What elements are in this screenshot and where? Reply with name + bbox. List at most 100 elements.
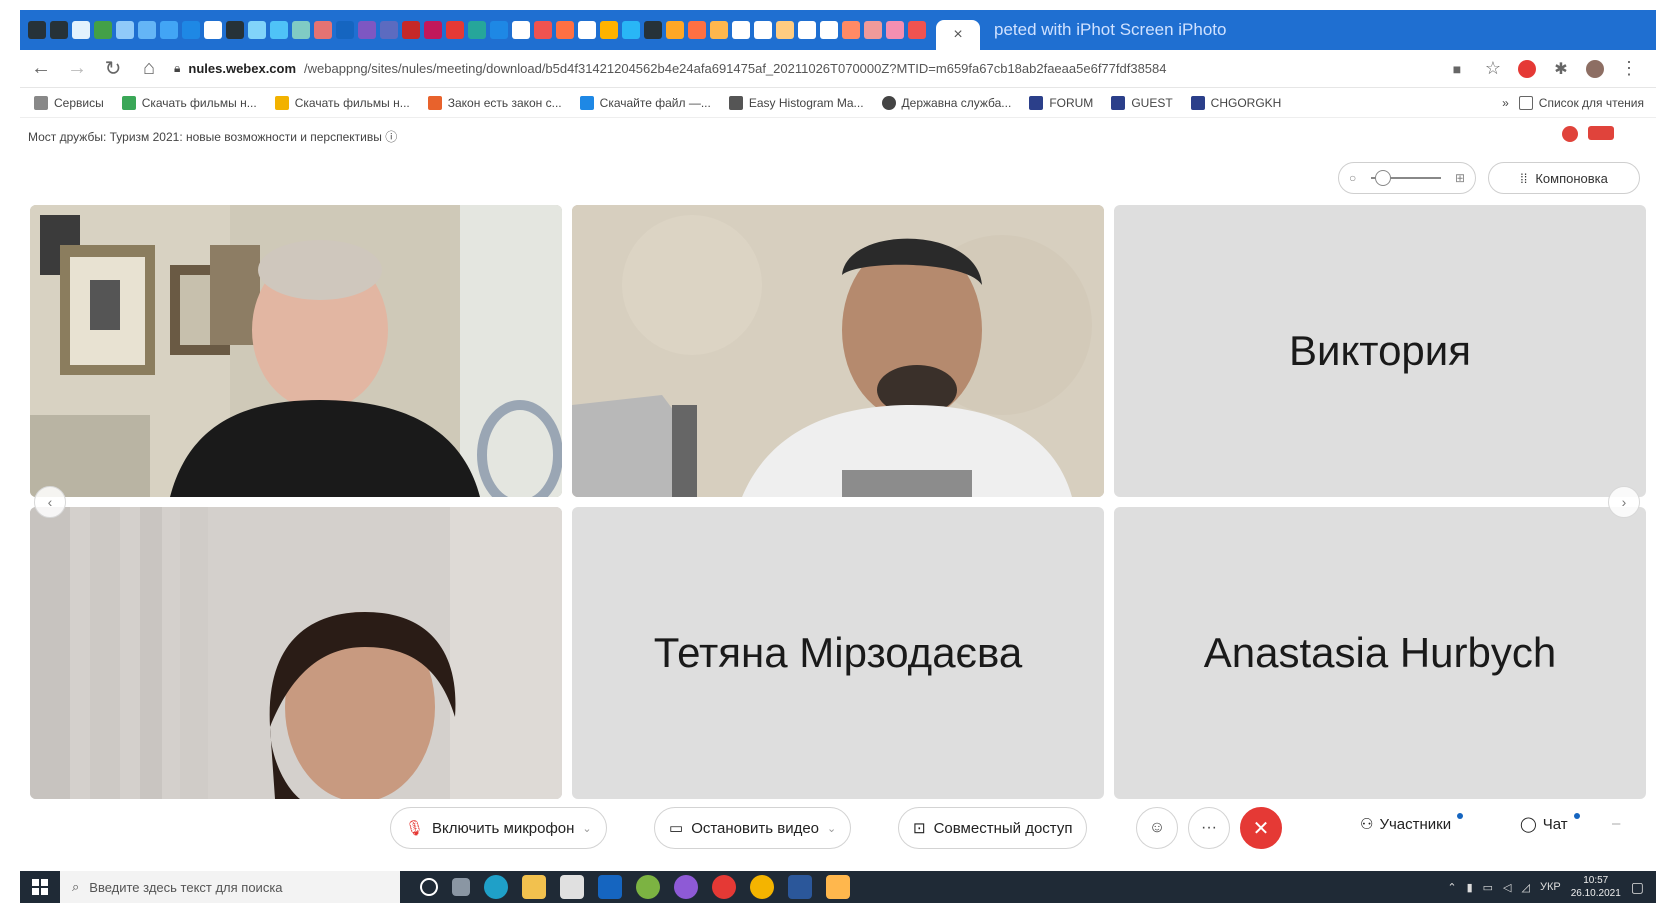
taskbar-search[interactable]: ⌕ Введите здесь текст для поиска — [60, 871, 400, 903]
tab-favicon[interactable] — [710, 21, 728, 39]
network-icon[interactable]: ◿ — [1522, 881, 1530, 894]
participants-button[interactable]: ⚇ Участники — [1360, 813, 1464, 833]
bookmark-item[interactable]: FORUM — [1029, 95, 1093, 110]
webex-icon[interactable] — [826, 875, 850, 899]
edge-icon[interactable] — [484, 875, 508, 899]
tab-favicon[interactable] — [270, 21, 288, 39]
extensions-icon[interactable]: ✱ — [1550, 58, 1572, 80]
tab-favicon[interactable] — [512, 21, 530, 39]
tab-favicon[interactable] — [424, 21, 442, 39]
tab-favicon[interactable] — [798, 21, 816, 39]
adblock-icon[interactable] — [1518, 59, 1536, 78]
tab-favicon[interactable] — [886, 21, 904, 39]
tab-favicon[interactable] — [622, 21, 640, 39]
zoom-in-icon[interactable]: ⊞ — [1455, 171, 1465, 185]
clock[interactable]: 10:57 26.10.2021 — [1571, 874, 1621, 900]
name-tile-viktoria[interactable]: Виктория — [1114, 205, 1646, 497]
tab-favicon[interactable] — [314, 21, 332, 39]
battery-icon[interactable]: ▭ — [1483, 881, 1493, 894]
active-tab[interactable]: × — [936, 20, 980, 50]
tab-favicon[interactable] — [820, 21, 838, 39]
reactions-button[interactable]: ☺ — [1136, 807, 1178, 849]
tab-favicon[interactable] — [446, 21, 464, 39]
tab-favicon[interactable] — [94, 21, 112, 39]
star-icon[interactable]: ☆ — [1482, 58, 1504, 80]
chat-button[interactable]: ◯ Чат — [1520, 813, 1580, 833]
profile-avatar-icon[interactable] — [1586, 59, 1604, 78]
tab-favicon[interactable] — [468, 21, 486, 39]
leave-meeting-button[interactable]: ✕ — [1240, 807, 1282, 849]
chevron-up-icon[interactable]: ⌃ — [1447, 881, 1456, 894]
more-panel-button[interactable]: – — [1612, 815, 1620, 832]
cortana-icon[interactable] — [420, 878, 438, 896]
more-options-button[interactable]: ··· — [1188, 807, 1230, 849]
tab-favicon[interactable] — [380, 21, 398, 39]
tab-favicon[interactable] — [644, 21, 662, 39]
info-icon[interactable]: ⓘ — [385, 130, 397, 144]
tab-favicon[interactable] — [28, 21, 46, 39]
camera-icon[interactable]: ■ — [1446, 58, 1468, 80]
tab-favicon[interactable] — [864, 21, 882, 39]
tab-label[interactable]: peted with iPhot Screen iPhoto — [984, 15, 1656, 45]
tab-favicon[interactable] — [754, 21, 772, 39]
start-button[interactable] — [20, 871, 60, 903]
kebab-menu-icon[interactable]: ⋮ — [1618, 58, 1640, 80]
prev-page-button[interactable]: ‹ — [34, 486, 66, 518]
tab-favicon[interactable] — [556, 21, 574, 39]
mail-icon[interactable] — [598, 875, 622, 899]
tab-favicon[interactable] — [72, 21, 90, 39]
tab-favicon[interactable] — [50, 21, 68, 39]
tab-favicon[interactable] — [402, 21, 420, 39]
bookmark-item[interactable]: Скачайте файл —... — [579, 95, 711, 110]
url-field[interactable]: 🔒︎ nules.webex.com /webappng/sites/nules… — [174, 61, 1432, 76]
bookmark-item[interactable]: Скачать фильмы н... — [274, 95, 410, 110]
tab-favicon[interactable] — [182, 21, 200, 39]
bookmark-item[interactable]: CHGORGKH — [1190, 95, 1281, 110]
app-icon[interactable] — [636, 875, 660, 899]
notifications-icon[interactable]: ▢ — [1631, 879, 1644, 896]
meeting-title[interactable]: Мост дружбы: Туризм 2021: новые возможно… — [28, 128, 397, 145]
tab-favicon[interactable] — [666, 21, 684, 39]
tab-close-icon[interactable]: × — [953, 26, 962, 44]
share-button[interactable]: ⊡ Совместный доступ — [898, 807, 1088, 849]
tab-favicon[interactable] — [116, 21, 134, 39]
tab-favicon[interactable] — [908, 21, 926, 39]
back-icon[interactable]: ← — [30, 57, 52, 80]
zoom-out-icon[interactable]: ○ — [1349, 171, 1356, 185]
file-explorer-icon[interactable] — [522, 875, 546, 899]
reload-icon[interactable]: ↻ — [102, 58, 124, 80]
tab-favicon[interactable] — [336, 21, 354, 39]
mute-button[interactable]: 🎙︎ Включить микрофон ⌄ — [390, 807, 607, 849]
tab-favicon[interactable] — [578, 21, 596, 39]
chrome-icon[interactable] — [750, 875, 774, 899]
recording-status-icon[interactable] — [1588, 126, 1614, 140]
pin-icon[interactable]: ▮ — [1467, 881, 1473, 894]
chevron-down-icon[interactable]: ⌄ — [582, 822, 591, 835]
tab-favicon[interactable] — [776, 21, 794, 39]
tab-favicon[interactable] — [732, 21, 750, 39]
bookmark-item[interactable]: Державна служба... — [881, 95, 1011, 110]
bookmark-item[interactable]: Сервисы — [34, 95, 104, 110]
tab-favicon[interactable] — [490, 21, 508, 39]
slider-track[interactable] — [1370, 170, 1441, 186]
reading-list-button[interactable]: Список для чтения — [1518, 95, 1644, 110]
name-tile-tetyana[interactable]: Тетяна Мірзодаєва — [572, 507, 1104, 799]
volume-icon[interactable]: ◁ — [1503, 881, 1511, 894]
bookmark-item[interactable]: Easy Histogram Ma... — [728, 95, 864, 110]
bookmark-item[interactable]: Закон есть закон с... — [427, 95, 562, 110]
tab-favicon[interactable] — [688, 21, 706, 39]
bookmark-item[interactable]: Скачать фильмы н... — [121, 95, 257, 110]
tab-favicon[interactable] — [600, 21, 618, 39]
tab-favicon[interactable] — [358, 21, 376, 39]
slider-knob[interactable] — [1374, 170, 1391, 186]
tab-favicon[interactable] — [204, 21, 222, 39]
tab-favicon[interactable] — [226, 21, 244, 39]
tab-favicon[interactable] — [248, 21, 266, 39]
layout-button[interactable]: ⁞⁞ Компоновка — [1488, 162, 1640, 194]
bookmark-item[interactable]: GUEST — [1111, 95, 1173, 110]
app-icon[interactable] — [712, 875, 736, 899]
tab-favicon[interactable] — [534, 21, 552, 39]
tile-size-slider[interactable]: ○ ⊞ — [1338, 162, 1476, 194]
tab-favicon[interactable] — [842, 21, 860, 39]
tab-favicon[interactable] — [292, 21, 310, 39]
